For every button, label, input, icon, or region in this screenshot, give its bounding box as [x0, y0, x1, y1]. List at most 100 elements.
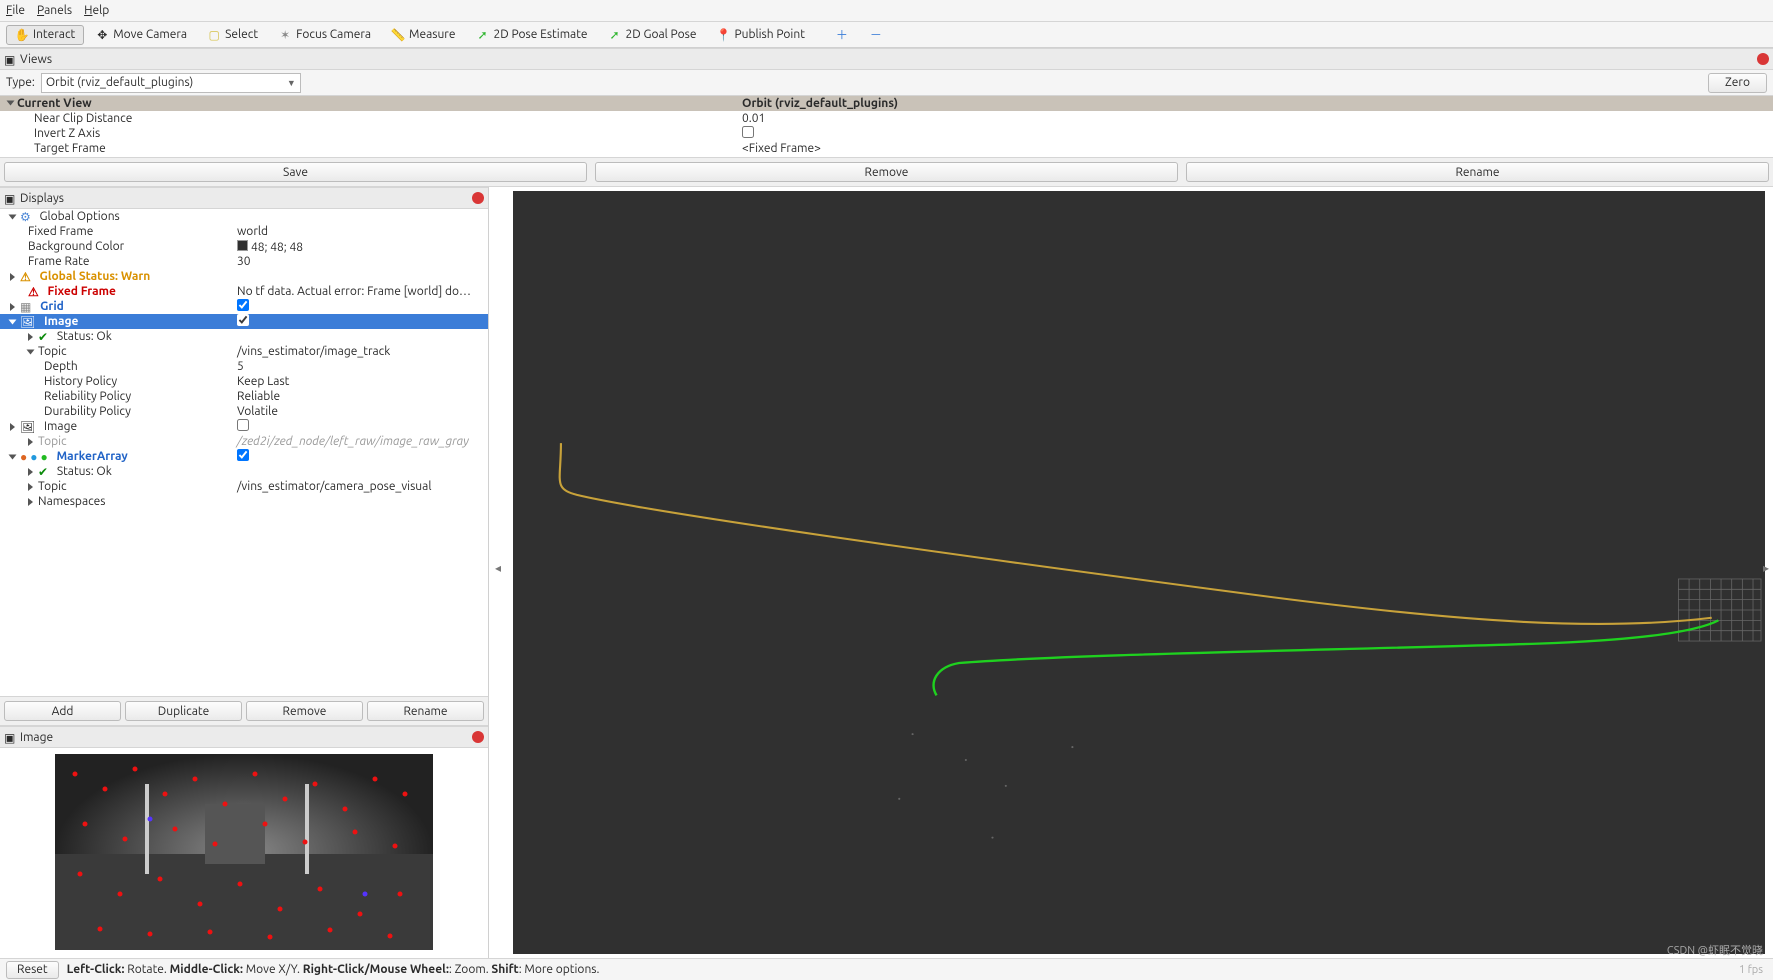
menu-help[interactable]: Help	[84, 4, 109, 17]
rename-button[interactable]: Rename	[1186, 162, 1769, 182]
bg-color-row[interactable]: Background Color48; 48; 48	[0, 239, 488, 254]
zero-button[interactable]: Zero	[1708, 73, 1767, 93]
image-row[interactable]: 🖼 Image	[0, 314, 488, 329]
history-val: Keep Last	[234, 375, 488, 388]
ma-topic-row[interactable]: Topic/vins_estimator/camera_pose_visual	[0, 479, 488, 494]
tool-select[interactable]: ▢Select	[198, 25, 267, 45]
viewport-3d[interactable]: ◂ ▸	[489, 187, 1773, 958]
reset-button[interactable]: Reset	[6, 961, 59, 979]
frame-rate-val: 30	[234, 255, 488, 268]
reliability-val: Reliable	[234, 390, 488, 403]
ma-topic-key: Topic	[38, 480, 67, 493]
rename-display-button[interactable]: Rename	[367, 701, 484, 721]
image-checkbox[interactable]	[237, 314, 249, 326]
current-view-value: Orbit (rviz_default_plugins)	[738, 97, 1773, 110]
target-frame-row[interactable]: Target Frame <Fixed Frame>	[0, 141, 1773, 156]
displays-tree[interactable]: ⚙ Global Options Fixed Frameworld Backgr…	[0, 209, 488, 696]
remove-display-button[interactable]: Remove	[246, 701, 363, 721]
collapse-left-icon[interactable]: ◂	[495, 561, 505, 585]
save-label: Save	[283, 166, 308, 179]
rename-label: Rename	[1455, 166, 1499, 179]
view-type-combo[interactable]: Orbit (rviz_default_plugins) ▼	[41, 73, 301, 93]
views-panel-header: ▣ Views	[0, 48, 1773, 70]
image2-row[interactable]: 🖼 Image	[0, 419, 488, 434]
depth-key: Depth	[6, 360, 234, 373]
ruler-icon: 📏	[391, 28, 405, 42]
type-label: Type:	[6, 76, 35, 89]
frame-rate-row[interactable]: Frame Rate30	[0, 254, 488, 269]
image-topic-row[interactable]: Topic/vins_estimator/image_track	[0, 344, 488, 359]
near-clip-value: 0.01	[738, 112, 1773, 125]
ma-status-row[interactable]: ✔ Status: Ok	[0, 464, 488, 479]
invert-z-row[interactable]: Invert Z Axis	[0, 126, 1773, 141]
hand-icon: ✋	[15, 28, 29, 42]
pin-icon: 📍	[716, 28, 730, 42]
arrow-green-icon: ➚	[475, 28, 489, 42]
global-options-label: Global Options	[40, 210, 120, 223]
near-clip-key: Near Clip Distance	[0, 112, 738, 125]
publish-point-label: Publish Point	[734, 28, 804, 41]
grid-checkbox[interactable]	[237, 299, 249, 311]
fixed-frame-key: Fixed Frame	[6, 225, 234, 238]
history-key: History Policy	[6, 375, 234, 388]
dock-icon: ▣	[4, 192, 16, 204]
namespaces-row[interactable]: Namespaces	[0, 494, 488, 509]
scene-3d[interactable]	[513, 191, 1765, 954]
rename-disp-label: Rename	[403, 705, 447, 718]
grid-row[interactable]: ▦ Grid	[0, 299, 488, 314]
global-options-row[interactable]: ⚙ Global Options	[0, 209, 488, 224]
image-panel-title: Image	[20, 731, 53, 744]
tool-focus-camera[interactable]: ✶Focus Camera	[269, 25, 380, 45]
image-status-row[interactable]: ✔ Status: Ok	[0, 329, 488, 344]
close-icon[interactable]	[472, 192, 484, 204]
image-panel-body	[0, 748, 488, 958]
fixed-frame-err-val: No tf data. Actual error: Frame [world] …	[234, 285, 488, 298]
trajectory-svg	[513, 191, 1765, 954]
tool-measure[interactable]: 📏Measure	[382, 25, 464, 45]
focus-icon: ✶	[278, 28, 292, 42]
fps-label: 1 fps	[1739, 964, 1763, 976]
tool-publish-point[interactable]: 📍 Publish Point	[707, 25, 813, 45]
fixed-frame-error-row[interactable]: ⚠ Fixed FrameNo tf data. Actual error: F…	[0, 284, 488, 299]
reliability-key: Reliability Policy	[6, 390, 234, 403]
add-button[interactable]: Add	[4, 701, 121, 721]
tool-move-camera[interactable]: ✥Move Camera	[86, 25, 196, 45]
topic-val: /vins_estimator/image_track	[234, 345, 488, 358]
remove-button[interactable]: Remove	[595, 162, 1178, 182]
markerarray-row[interactable]: ●●● MarkerArray	[0, 449, 488, 464]
tool-pose-estimate[interactable]: ➚2D Pose Estimate	[466, 25, 596, 45]
image2-topic-row[interactable]: Topic/zed2i/zed_node/left_raw/image_raw_…	[0, 434, 488, 449]
dock-icon: ▣	[4, 53, 16, 65]
close-icon[interactable]	[1757, 53, 1769, 65]
depth-row[interactable]: Depth5	[0, 359, 488, 374]
bg-color-val: 48; 48; 48	[251, 241, 303, 254]
left-column: ▣ Displays ⚙ Global Options Fixed Framew…	[0, 187, 489, 958]
tool-minus[interactable]: －	[860, 25, 892, 45]
depth-val: 5	[234, 360, 488, 373]
global-status-row[interactable]: ⚠ Global Status: Warn	[0, 269, 488, 284]
combo-value: Orbit (rviz_default_plugins)	[46, 76, 193, 89]
tool-interact[interactable]: ✋Interact	[6, 25, 84, 45]
menu-panels[interactable]: Panels	[37, 4, 72, 17]
close-icon[interactable]	[472, 731, 484, 743]
fixed-frame-row[interactable]: Fixed Frameworld	[0, 224, 488, 239]
image2-checkbox[interactable]	[237, 419, 249, 431]
menu-file[interactable]: File	[6, 4, 25, 17]
remove-disp-label: Remove	[283, 705, 327, 718]
goal-pose-label: 2D Goal Pose	[626, 28, 697, 41]
tool-goal-pose[interactable]: ➚2D Goal Pose	[599, 25, 706, 45]
invert-z-checkbox[interactable]	[742, 126, 754, 138]
invert-z-key: Invert Z Axis	[0, 127, 738, 140]
frame-rate-key: Frame Rate	[6, 255, 234, 268]
near-clip-row[interactable]: Near Clip Distance 0.01	[0, 111, 1773, 126]
history-row[interactable]: History PolicyKeep Last	[0, 374, 488, 389]
markerarray-checkbox[interactable]	[237, 449, 249, 461]
durability-row[interactable]: Durability PolicyVolatile	[0, 404, 488, 419]
reliability-row[interactable]: Reliability PolicyReliable	[0, 389, 488, 404]
save-button[interactable]: Save	[4, 162, 587, 182]
minus-icon: －	[869, 28, 883, 42]
collapse-right-icon[interactable]: ▸	[1763, 561, 1773, 585]
current-view-row[interactable]: Current View Orbit (rviz_default_plugins…	[0, 96, 1773, 111]
duplicate-button[interactable]: Duplicate	[125, 701, 242, 721]
tool-plus[interactable]: ＋	[826, 25, 858, 45]
